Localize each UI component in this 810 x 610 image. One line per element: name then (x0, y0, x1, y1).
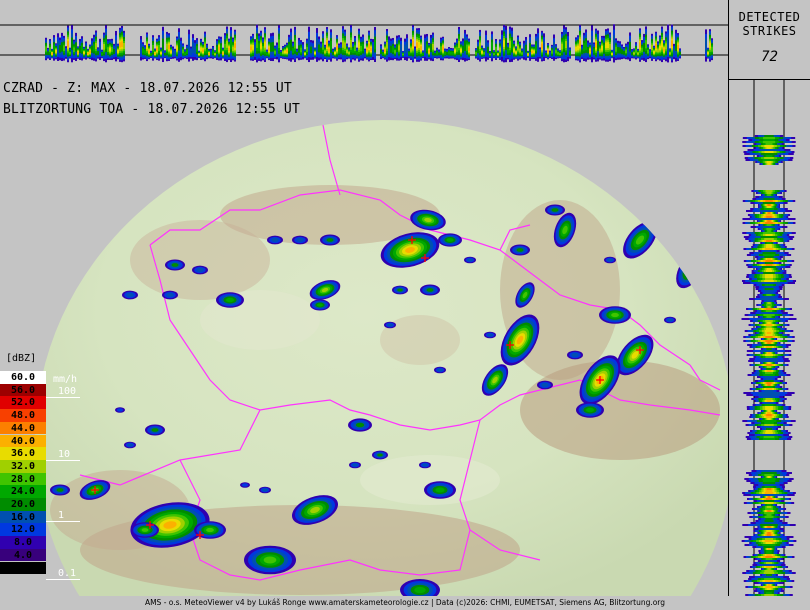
echo-cell (484, 331, 496, 339)
echo-cell (349, 461, 361, 469)
echo-cell (545, 204, 565, 216)
echo-cell (438, 233, 462, 247)
echo-cell (244, 545, 296, 575)
detected-strikes-title: DETECTED STRIKES (729, 0, 810, 38)
echo-cell (537, 380, 553, 390)
echo-cell (464, 256, 476, 264)
echo-cell (162, 290, 178, 300)
echo-cell (165, 259, 185, 271)
header-lightning-line: BLITZORTUNG TOA - 18.07.2026 12:55 UT (3, 102, 300, 117)
top-profile-chart (0, 24, 728, 63)
legend-row: 52.0 (0, 396, 46, 410)
side-profile-chart (741, 80, 797, 596)
echo-cell (576, 402, 604, 418)
legend-row: 16.0 (0, 510, 46, 524)
echo-cell (145, 424, 165, 436)
legend-mmh-tick: 10 (46, 449, 80, 461)
legend-mmh-tick: 0.1 (46, 568, 80, 580)
legend-row: 20.0 (0, 498, 46, 511)
detected-strikes-box: DETECTED STRIKES 72 (728, 0, 810, 80)
echo-cell (192, 265, 208, 275)
legend-row: 60.0 (0, 371, 46, 384)
legend-row: 8.0 (0, 536, 46, 549)
echo-cell (216, 292, 244, 308)
top-profile-panel (0, 0, 728, 81)
echo-cell (115, 407, 125, 413)
legend-row: 44.0 (0, 421, 46, 435)
legend-row: 56.0 (0, 383, 46, 397)
echo-cell (240, 482, 250, 488)
echo-cell (604, 256, 616, 264)
echo-cell (643, 213, 667, 227)
echo-cell (424, 481, 456, 499)
legend-unit-mmh: mm/h (53, 374, 78, 385)
echo-cell (599, 306, 631, 324)
legend-row: 4.0 (0, 548, 46, 562)
echo-cell (392, 285, 408, 295)
legend-row: 0.0 (0, 561, 46, 575)
echo-cell (267, 235, 283, 245)
echo-cell (384, 321, 396, 329)
echo-cell (372, 450, 388, 460)
detected-strikes-title-line1: DETECTED (738, 10, 801, 24)
header-radar-line: CZRAD - Z: MAX - 18.07.2026 12:55 UT (3, 81, 292, 96)
echo-cell (567, 350, 583, 360)
legend-row: 48.0 (0, 409, 46, 422)
echo-cell (510, 244, 530, 256)
legend-row: 40.0 (0, 434, 46, 448)
legend-row: 32.0 (0, 459, 46, 473)
echo-cell (419, 461, 431, 469)
echo-cell (124, 441, 136, 449)
echo-cell (664, 316, 676, 324)
echo-cell (420, 284, 440, 296)
footer-credits: AMS - o.s. MeteoViewer v4 by Lukáš Ronge… (0, 596, 810, 610)
legend-mmh-tick: 1 (46, 510, 80, 522)
echo-cell (348, 418, 372, 432)
detected-strikes-title-line2: STRIKES (742, 24, 797, 38)
legend-row: 12.0 (0, 523, 46, 537)
side-profile-panel (728, 80, 810, 596)
legend-unit-dbz: [dBZ] (6, 353, 37, 364)
echo-cell (194, 521, 226, 539)
echo-cell (310, 299, 330, 311)
radar-map-canvas[interactable] (0, 80, 728, 596)
legend-row: 28.0 (0, 472, 46, 486)
detected-strikes-count: 72 (761, 49, 778, 65)
echo-cell (434, 366, 446, 374)
dbz-legend: [dBZ] mm/h 60.0 56.0 52.0 48.0 44.0 40.0 36.0 3… (0, 353, 82, 596)
echo-cell (122, 290, 138, 300)
legend-row: 24.0 (0, 485, 46, 498)
echo-cell (259, 486, 271, 494)
radar-map[interactable]: CZRAD - Z: MAX - 18.07.2026 12:55 UT BLI… (0, 80, 728, 596)
echo-cell (131, 522, 159, 538)
echo-cell (320, 234, 340, 246)
legend-row: 36.0 (0, 447, 46, 460)
echo-cell (292, 235, 308, 245)
legend-mmh-tick: 100 (46, 386, 80, 398)
